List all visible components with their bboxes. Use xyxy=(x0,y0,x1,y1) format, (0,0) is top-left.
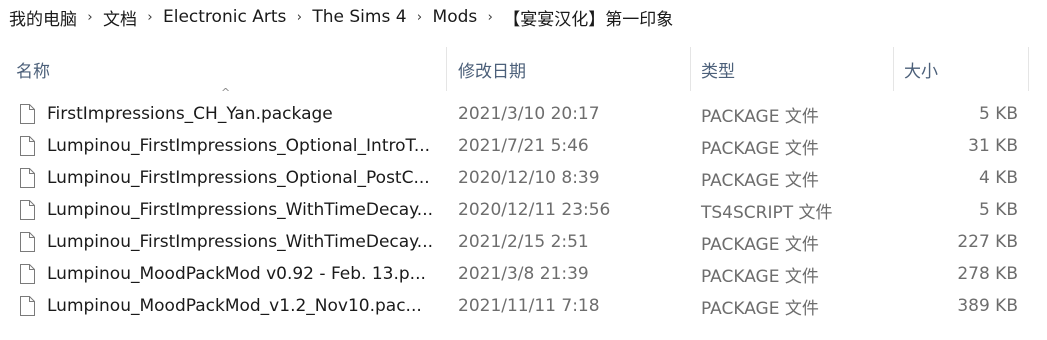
file-type: TS4SCRIPT 文件 xyxy=(701,202,833,223)
chevron-right-icon[interactable]: › xyxy=(139,10,161,25)
column-header-type[interactable]: 类型 xyxy=(701,44,891,94)
file-size: 227 KB xyxy=(957,232,1018,252)
column-divider[interactable] xyxy=(446,47,447,91)
file-icon xyxy=(20,136,35,156)
file-date: 2020/12/11 23:56 xyxy=(458,200,611,220)
file-row[interactable]: Lumpinou_FirstImpressions_Optional_Intro… xyxy=(0,130,1047,162)
file-name: Lumpinou_MoodPackMod v0.92 - Feb. 13.p..… xyxy=(47,264,426,284)
file-name: Lumpinou_MoodPackMod_v1.2_Nov10.pac... xyxy=(47,296,422,316)
file-size: 278 KB xyxy=(957,264,1018,284)
file-type: PACKAGE 文件 xyxy=(701,138,819,159)
file-name: Lumpinou_FirstImpressions_WithTimeDecay.… xyxy=(47,232,434,252)
file-name: Lumpinou_FirstImpressions_Optional_PostC… xyxy=(47,168,430,188)
file-row[interactable]: Lumpinou_MoodPackMod_v1.2_Nov10.pac... 2… xyxy=(0,290,1047,322)
chevron-right-icon[interactable]: › xyxy=(79,10,101,25)
column-divider[interactable] xyxy=(1028,47,1029,91)
breadcrumb-item-mods[interactable]: Mods xyxy=(431,7,480,27)
file-date: 2021/3/8 21:39 xyxy=(458,264,589,284)
file-row[interactable]: Lumpinou_MoodPackMod v0.92 - Feb. 13.p..… xyxy=(0,258,1047,290)
file-list: FirstImpressions_CH_Yan.package 2021/3/1… xyxy=(0,98,1047,322)
file-type: PACKAGE 文件 xyxy=(701,266,819,287)
file-date: 2021/11/11 7:18 xyxy=(458,296,600,316)
column-header-size[interactable]: 大小 xyxy=(904,44,1024,94)
file-icon xyxy=(20,264,35,284)
column-divider[interactable] xyxy=(690,47,691,91)
file-name: FirstImpressions_CH_Yan.package xyxy=(47,104,333,124)
column-header-name[interactable]: 名称 xyxy=(16,44,446,94)
file-size: 389 KB xyxy=(957,296,1018,316)
file-type: PACKAGE 文件 xyxy=(701,234,819,255)
column-divider[interactable] xyxy=(893,47,894,91)
breadcrumb-item-current-folder[interactable]: 【宴宴汉化】第一印象 xyxy=(501,5,675,30)
file-size: 5 KB xyxy=(978,200,1018,220)
file-icon xyxy=(20,168,35,188)
file-icon xyxy=(20,200,35,220)
breadcrumb: 我的电脑 › 文档 › Electronic Arts › The Sims 4… xyxy=(0,0,1047,34)
column-header-date[interactable]: 修改日期 xyxy=(458,44,688,94)
file-name: Lumpinou_FirstImpressions_Optional_Intro… xyxy=(47,136,431,156)
file-type: PACKAGE 文件 xyxy=(701,106,819,127)
file-type: PACKAGE 文件 xyxy=(701,298,819,319)
file-row[interactable]: Lumpinou_FirstImpressions_Optional_PostC… xyxy=(0,162,1047,194)
file-size: 4 KB xyxy=(978,168,1018,188)
file-row[interactable]: FirstImpressions_CH_Yan.package 2021/3/1… xyxy=(0,98,1047,130)
column-header-row: ^ 名称 修改日期 类型 大小 xyxy=(0,44,1047,99)
breadcrumb-item-documents[interactable]: 文档 xyxy=(101,5,139,30)
file-icon xyxy=(20,296,35,316)
file-size: 31 KB xyxy=(968,136,1018,156)
file-row[interactable]: Lumpinou_FirstImpressions_WithTimeDecay.… xyxy=(0,194,1047,226)
file-icon xyxy=(20,232,35,252)
file-icon xyxy=(20,104,35,124)
chevron-right-icon[interactable]: › xyxy=(479,10,501,25)
breadcrumb-item-electronic-arts[interactable]: Electronic Arts xyxy=(161,7,288,27)
chevron-right-icon[interactable]: › xyxy=(409,10,431,25)
chevron-right-icon[interactable]: › xyxy=(288,10,310,25)
file-size: 5 KB xyxy=(978,104,1018,124)
breadcrumb-item-my-computer[interactable]: 我的电脑 xyxy=(7,5,79,30)
file-row[interactable]: Lumpinou_FirstImpressions_WithTimeDecay.… xyxy=(0,226,1047,258)
file-type: PACKAGE 文件 xyxy=(701,170,819,191)
breadcrumb-item-the-sims-4[interactable]: The Sims 4 xyxy=(310,7,408,27)
file-date: 2021/3/10 20:17 xyxy=(458,104,600,124)
file-date: 2020/12/10 8:39 xyxy=(458,168,600,188)
file-date: 2021/7/21 5:46 xyxy=(458,136,589,156)
file-name: Lumpinou_FirstImpressions_WithTimeDecay.… xyxy=(47,200,434,220)
file-date: 2021/2/15 2:51 xyxy=(458,232,589,252)
